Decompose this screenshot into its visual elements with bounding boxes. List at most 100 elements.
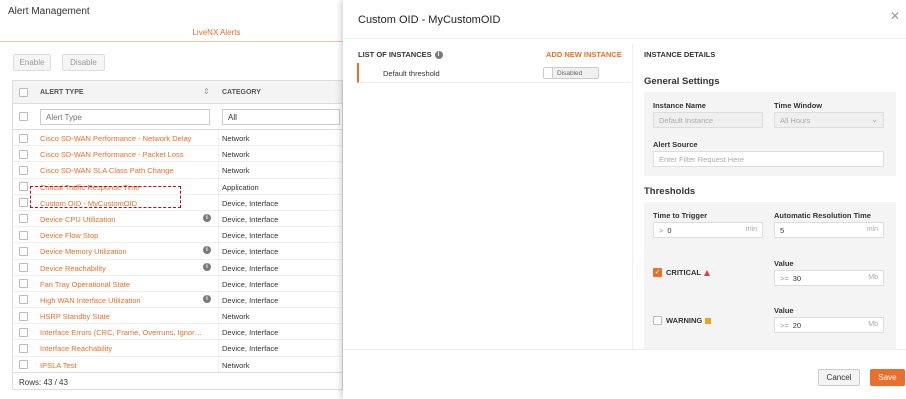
select-all-checkbox[interactable] — [19, 88, 28, 97]
critical-value-input[interactable]: >= 30 Mb — [774, 270, 884, 286]
grid-footer: Rows: 43 / 43 — [13, 372, 342, 389]
alert-type-link[interactable]: Interface Reachability — [40, 344, 205, 353]
info-icon[interactable]: i — [434, 51, 443, 60]
table-row[interactable]: Interface Errors (CRC, Frame, Overruns, … — [13, 324, 342, 341]
warning-label-text: WARNING — [666, 316, 703, 325]
table-row[interactable]: Cisco SD-WAN SLA Class Path Change Networ… — [13, 162, 342, 179]
row-checkbox[interactable] — [19, 165, 28, 175]
row-checkbox[interactable] — [19, 343, 28, 353]
grid-rows: Cisco SD-WAN Performance - Network Delay… — [13, 130, 342, 389]
cell-divider — [218, 356, 219, 372]
table-row[interactable]: Device CPU Utilization i Device, Interface — [13, 210, 342, 228]
row-checkbox[interactable] — [19, 133, 28, 143]
table-row[interactable]: Interface Reachability Device, Interface — [13, 340, 342, 357]
list-of-instances-label: LIST OF INSTANCES — [358, 50, 432, 59]
category-cell: Network — [222, 150, 250, 160]
category-cell: Device, Interface — [222, 295, 279, 305]
row-checkbox[interactable] — [19, 295, 28, 305]
critical-triangle-icon — [704, 270, 710, 277]
time-to-trigger-value: 0 — [667, 226, 672, 235]
instance-list-item[interactable]: Default threshold Disabled — [357, 63, 631, 83]
filter-checkbox[interactable] — [19, 112, 28, 121]
category-cell: Network — [222, 134, 250, 143]
category-cell: Network — [222, 312, 250, 322]
column-header-alert-type[interactable]: ALERT TYPE — [40, 89, 84, 96]
alert-type-link[interactable]: Interface Errors (CRC, Frame, Overruns, … — [40, 328, 205, 337]
critical-value-label: Value — [774, 259, 794, 268]
alert-type-link[interactable]: Cisco SD-WAN SLA Class Path Change — [40, 166, 205, 175]
alert-type-link[interactable]: HSRP Standby State — [40, 312, 205, 321]
table-row[interactable]: Device Memory Utilization i Device, Interf… — [13, 243, 342, 260]
time-window-select[interactable]: All Hours ⌄ — [774, 112, 884, 128]
table-row[interactable]: High WAN Interface Utilization i Device, I… — [13, 291, 342, 309]
table-row[interactable]: Device Flow Stop Device, Interface — [13, 227, 342, 244]
alert-type-link[interactable]: Custom OID - MyCustomOID — [40, 199, 205, 208]
alert-type-link[interactable]: Fan Tray Operational State — [40, 280, 205, 289]
panel-column-divider — [632, 44, 633, 349]
info-icon[interactable]: i — [203, 246, 211, 255]
custom-oid-panel: Custom OID - MyCustomOID ✕ LIST OF INSTA… — [343, 0, 906, 399]
row-checkbox[interactable] — [19, 279, 28, 289]
row-checkbox[interactable] — [19, 311, 28, 321]
save-button[interactable]: Save — [870, 369, 905, 386]
cell-divider — [218, 194, 219, 210]
alert-source-input[interactable]: Enter Filter Request Here — [653, 151, 884, 167]
cancel-button[interactable]: Cancel — [818, 369, 860, 386]
row-checkbox[interactable] — [19, 263, 28, 272]
add-new-instance-link[interactable]: ADD NEW INSTANCE — [546, 50, 622, 59]
warning-checkbox[interactable] — [653, 316, 662, 325]
alert-type-link[interactable]: Cisco SD-WAN Performance - Packet Loss — [40, 150, 205, 159]
close-icon[interactable]: ✕ — [890, 9, 900, 23]
cell-divider — [218, 291, 219, 308]
row-checkbox[interactable] — [19, 246, 28, 256]
cell-divider — [218, 162, 219, 178]
info-icon[interactable]: i — [203, 213, 211, 222]
table-row[interactable]: Cisco SD-WAN Performance - Network Delay… — [13, 130, 342, 147]
row-checkbox[interactable] — [19, 214, 28, 224]
alert-type-link[interactable]: IPSLA Test — [40, 361, 205, 370]
table-row[interactable]: IPSLA Test Network — [13, 356, 342, 373]
warning-prefix: >= — [780, 321, 789, 330]
instance-name-input[interactable]: Default Instance — [653, 112, 763, 128]
alert-type-link[interactable]: Critical Traffic Response Time — [40, 183, 205, 192]
critical-checkbox[interactable]: ✓ — [653, 268, 662, 277]
instance-details: General Settings Instance Name Default I… — [634, 60, 906, 349]
category-cell: Device, Interface — [222, 231, 279, 241]
alert-type-link[interactable]: Device CPU Utilization — [40, 215, 205, 224]
table-row[interactable]: Custom OID - MyCustomOID Device, Interfac… — [13, 194, 342, 211]
time-to-trigger-label: Time to Trigger — [653, 211, 708, 220]
alert-type-link[interactable]: High WAN Interface Utilization — [40, 296, 205, 305]
time-to-trigger-input[interactable]: >0 min — [653, 222, 763, 238]
alert-type-link[interactable]: Device Memory Utilization — [40, 247, 205, 256]
info-icon[interactable]: i — [203, 262, 211, 271]
alert-type-link[interactable]: Cisco SD-WAN Performance - Network Delay — [40, 134, 205, 143]
sort-icon[interactable]: ⇕ — [203, 87, 210, 96]
instance-toggle[interactable]: Disabled — [543, 67, 599, 79]
category-filter-select[interactable]: All — [222, 109, 340, 125]
table-row[interactable]: Cisco SD-WAN Performance - Packet Loss Ne… — [13, 146, 342, 163]
table-row[interactable]: Device Reachability i Device, Interface — [13, 259, 342, 276]
row-checkbox[interactable] — [19, 149, 28, 159]
table-row[interactable]: Fan Tray Operational State Device, Interf… — [13, 275, 342, 292]
alert-type-link[interactable]: Device Flow Stop — [40, 231, 205, 240]
warning-value-input[interactable]: >= 20 Mb — [774, 317, 884, 333]
cell-divider — [218, 243, 219, 259]
row-checkbox[interactable] — [19, 182, 28, 192]
table-row[interactable]: HSRP Standby State Network — [13, 308, 342, 325]
enable-button[interactable]: Enable — [13, 54, 51, 71]
table-row[interactable]: Critical Traffic Response Time Applicatio… — [13, 178, 342, 195]
row-checkbox[interactable] — [19, 360, 28, 370]
row-checkbox[interactable] — [19, 198, 28, 208]
chevron-down-icon: ⌄ — [871, 115, 878, 124]
row-checkbox[interactable] — [19, 327, 28, 337]
disable-button[interactable]: Disable — [62, 54, 105, 71]
row-checkbox[interactable] — [19, 230, 28, 240]
auto-resolution-input[interactable]: 5 min — [774, 222, 884, 238]
info-icon[interactable]: i — [203, 294, 211, 303]
alert-type-filter-input[interactable] — [40, 109, 210, 125]
panel-divider — [343, 38, 906, 39]
auto-resolution-unit: min — [866, 226, 878, 233]
alert-type-link[interactable]: Device Reachability — [40, 264, 205, 273]
category-cell: Application — [222, 182, 259, 192]
column-header-category[interactable]: CATEGORY — [222, 89, 261, 96]
